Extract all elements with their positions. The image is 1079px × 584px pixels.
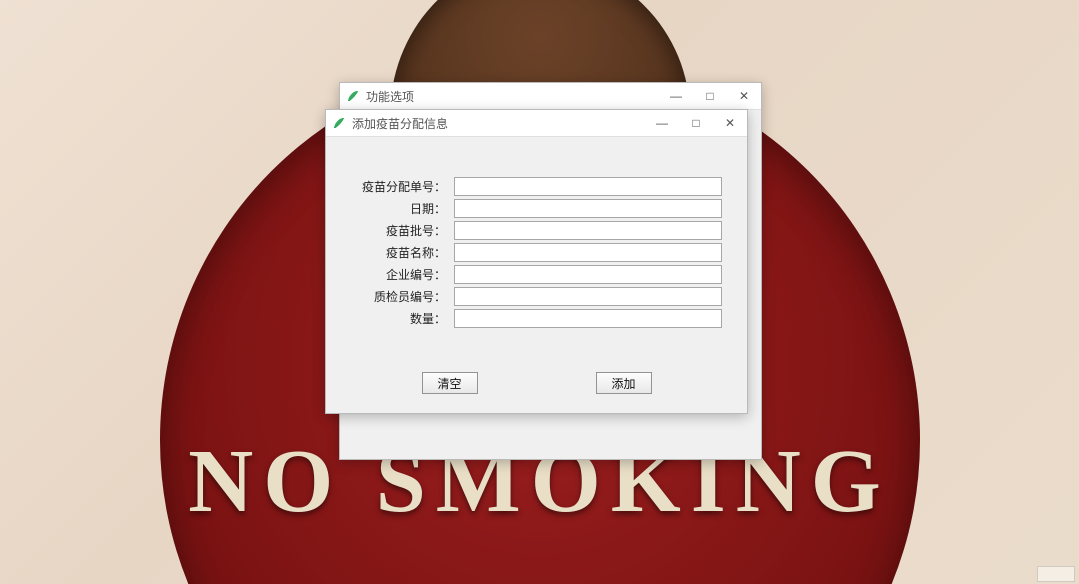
title-add-allocation: 添加疫苗分配信息: [352, 115, 645, 132]
maximize-icon: □: [692, 116, 699, 130]
window-add-allocation[interactable]: 添加疫苗分配信息 — □ ✕ 疫苗分配单号： 日期： 疫苗批号：: [325, 109, 748, 414]
maximize-button[interactable]: □: [693, 83, 727, 109]
close-icon: ✕: [725, 116, 735, 130]
minimize-icon: —: [656, 116, 668, 130]
label-company: 企业编号：: [326, 266, 454, 283]
clear-button-label: 清空: [437, 375, 461, 392]
button-row: 清空 添加: [326, 372, 747, 394]
close-button[interactable]: ✕: [727, 83, 761, 109]
input-qty[interactable]: [454, 309, 722, 328]
label-name: 疫苗名称：: [326, 244, 454, 261]
row-alloc-no: 疫苗分配单号：: [326, 175, 747, 197]
maximize-button[interactable]: □: [679, 110, 713, 136]
row-company: 企业编号：: [326, 263, 747, 285]
label-alloc-no: 疫苗分配单号：: [326, 178, 454, 195]
window-controls-options: — □ ✕: [659, 83, 761, 109]
minimize-icon: —: [670, 89, 682, 103]
input-alloc-no[interactable]: [454, 177, 722, 196]
row-qty: 数量：: [326, 307, 747, 329]
taskbar-tray-hint: [1037, 566, 1075, 582]
row-batch: 疫苗批号：: [326, 219, 747, 241]
row-date: 日期：: [326, 197, 747, 219]
window-controls-add: — □ ✕: [645, 110, 747, 136]
minimize-button[interactable]: —: [645, 110, 679, 136]
app-icon: [332, 116, 346, 130]
row-name: 疫苗名称：: [326, 241, 747, 263]
add-button[interactable]: 添加: [596, 372, 652, 394]
label-batch: 疫苗批号：: [326, 222, 454, 239]
client-area-add: 疫苗分配单号： 日期： 疫苗批号： 疫苗名称： 企业编号：: [326, 137, 747, 414]
label-inspector: 质检员编号：: [326, 288, 454, 305]
close-button[interactable]: ✕: [713, 110, 747, 136]
close-icon: ✕: [739, 89, 749, 103]
maximize-icon: □: [706, 89, 713, 103]
row-inspector: 质检员编号：: [326, 285, 747, 307]
clear-button[interactable]: 清空: [422, 372, 478, 394]
desktop: NO SMOKING 功能选项 — □ ✕ 添加疫苗分配信息 —: [0, 0, 1079, 584]
titlebar-add-allocation[interactable]: 添加疫苗分配信息 — □ ✕: [326, 110, 747, 137]
input-date[interactable]: [454, 199, 722, 218]
form: 疫苗分配单号： 日期： 疫苗批号： 疫苗名称： 企业编号：: [326, 175, 747, 329]
add-button-label: 添加: [611, 375, 635, 392]
label-qty: 数量：: [326, 310, 454, 327]
titlebar-options[interactable]: 功能选项 — □ ✕: [340, 83, 761, 110]
input-batch[interactable]: [454, 221, 722, 240]
input-inspector[interactable]: [454, 287, 722, 306]
input-company[interactable]: [454, 265, 722, 284]
input-name[interactable]: [454, 243, 722, 262]
title-options: 功能选项: [366, 88, 659, 105]
label-date: 日期：: [326, 200, 454, 217]
app-icon: [346, 89, 360, 103]
minimize-button[interactable]: —: [659, 83, 693, 109]
